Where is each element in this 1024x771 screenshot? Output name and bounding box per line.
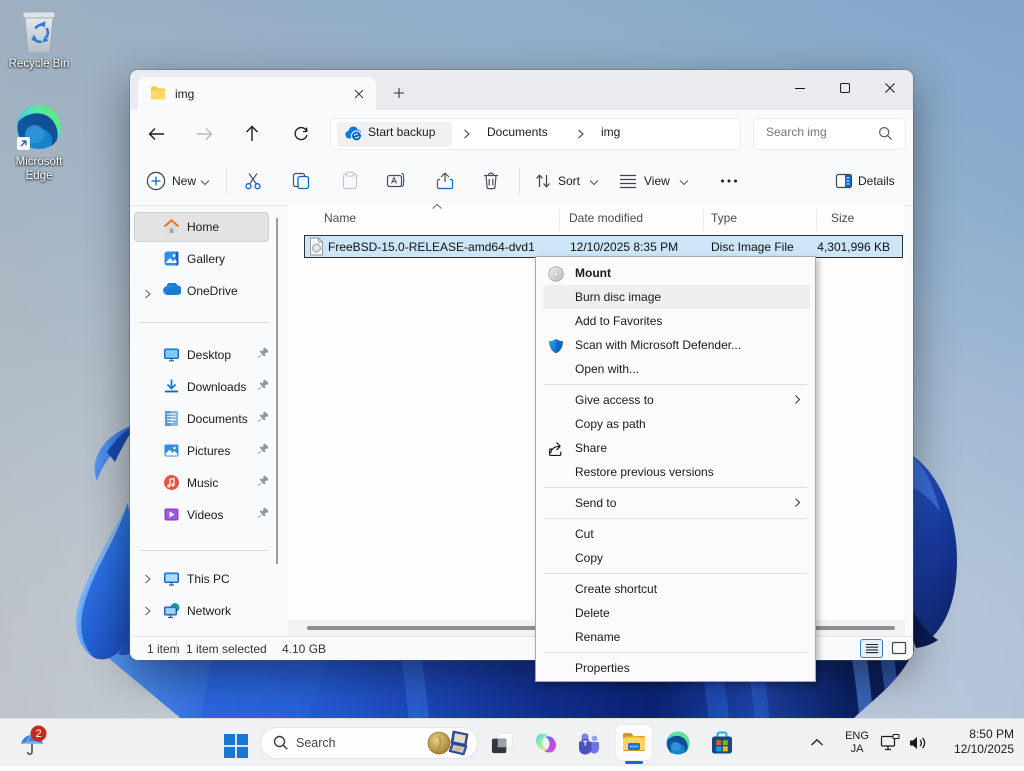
svg-text:2: 2: [35, 728, 41, 740]
